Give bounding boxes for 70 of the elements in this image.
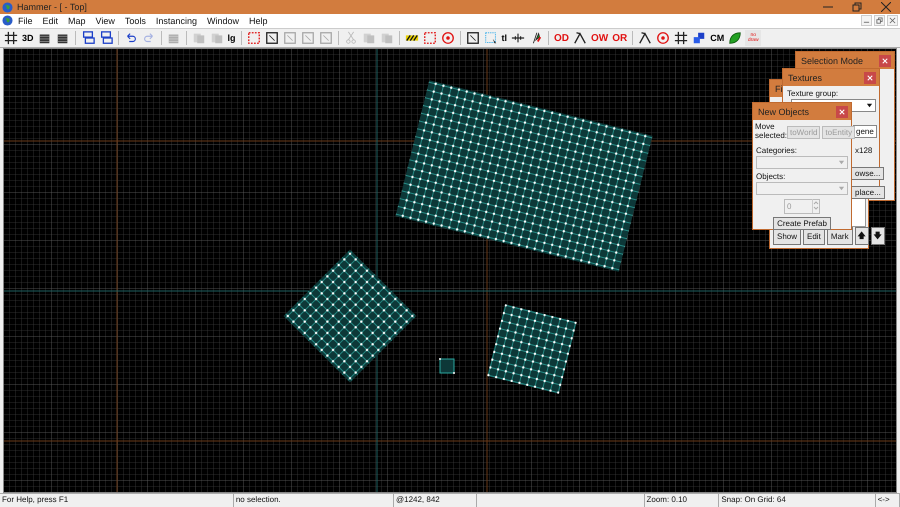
restore-icon — [852, 2, 862, 12]
menu-item[interactable]: Edit — [38, 16, 64, 26]
status-field: For Help, press F1 — [0, 494, 234, 507]
toolbar-button[interactable]: OW — [590, 30, 610, 46]
status-field: <-> — [876, 494, 900, 507]
spin-arrows-icon — [813, 199, 819, 212]
toolbar-button[interactable]: lg — [226, 30, 237, 46]
caret-icon — [838, 184, 845, 192]
status-field: Snap: On Grid: 64 — [719, 494, 876, 507]
panel-title: Textures — [788, 72, 822, 83]
menu-item[interactable]: View — [90, 16, 120, 26]
texture-size: x128 — [855, 146, 872, 156]
grid-viewport[interactable] — [4, 49, 896, 492]
restore-icon — [876, 17, 883, 24]
grid-icon[interactable] — [673, 30, 690, 46]
square-icon[interactable] — [264, 30, 280, 46]
create-prefab-button[interactable]: Create Prefab — [773, 216, 831, 230]
field-label: Texture group: — [786, 88, 840, 98]
panel-button[interactable]: owse... — [851, 167, 884, 180]
brush-drawing — [439, 358, 455, 374]
close-icon — [880, 2, 890, 12]
circle-icon[interactable] — [655, 30, 672, 46]
close-icon — [889, 17, 896, 24]
app-globe-icon — [2, 2, 13, 12]
status-field: no selection. — [234, 494, 394, 507]
caret-icon — [838, 158, 845, 166]
field-label: Categories: — [755, 144, 798, 155]
close-icon — [867, 74, 873, 81]
caret-icon — [866, 102, 873, 110]
close-button[interactable] — [864, 72, 876, 84]
menu-item[interactable]: Instancing — [150, 16, 202, 26]
menu-item[interactable]: Help — [244, 16, 272, 26]
close-icon — [882, 58, 888, 64]
toolbar-button[interactable]: tl — [500, 30, 508, 46]
panel-title: Selection Mode — [801, 56, 864, 66]
toolbar-button[interactable]: CM — [709, 30, 726, 46]
menu-item[interactable]: Window — [202, 16, 244, 26]
field-label: Objects: — [755, 170, 786, 181]
panel-button[interactable]: place... — [851, 186, 885, 200]
leaf-icon[interactable] — [727, 30, 744, 46]
menu-item[interactable]: File — [13, 16, 38, 26]
dashed-square-icon[interactable] — [246, 30, 262, 46]
child-restore-button[interactable] — [874, 15, 885, 26]
panel-title: Fi — [775, 84, 782, 94]
menu-item[interactable]: Tools — [120, 16, 151, 26]
field-label: Move selected: — [755, 123, 785, 141]
dropdown-value: gene — [855, 127, 874, 136]
status-field: @1242, 842 — [394, 494, 477, 507]
grid-icon[interactable] — [3, 30, 19, 46]
menu-item[interactable]: Map — [63, 16, 91, 26]
panel-button[interactable]: 🡅 — [854, 227, 869, 246]
circle-icon[interactable] — [440, 30, 456, 46]
square-icon[interactable] — [464, 30, 481, 46]
document-globe-icon — [2, 15, 13, 26]
pick-icon[interactable] — [572, 30, 588, 46]
panel-title: New Objects — [758, 106, 810, 117]
cubes-icon[interactable] — [691, 30, 708, 46]
window-title: Hammer - [ - Top] — [17, 2, 87, 12]
child-close-button[interactable] — [887, 15, 898, 26]
toolbar-button[interactable]: 3D — [21, 30, 35, 46]
close-icon — [839, 108, 845, 115]
filter-dropdown[interactable]: gene — [853, 125, 877, 138]
close-button[interactable] — [836, 106, 848, 118]
toolbar-button[interactable]: OR — [611, 30, 628, 46]
close-button[interactable] — [879, 54, 891, 67]
toolbar-button[interactable]: OD — [553, 30, 570, 46]
status-field: Zoom: 0.10 — [644, 494, 720, 507]
dashed-square-icon[interactable] — [422, 30, 438, 46]
panel-button[interactable]: 🡇 — [870, 227, 885, 246]
pick-icon[interactable] — [637, 30, 654, 46]
